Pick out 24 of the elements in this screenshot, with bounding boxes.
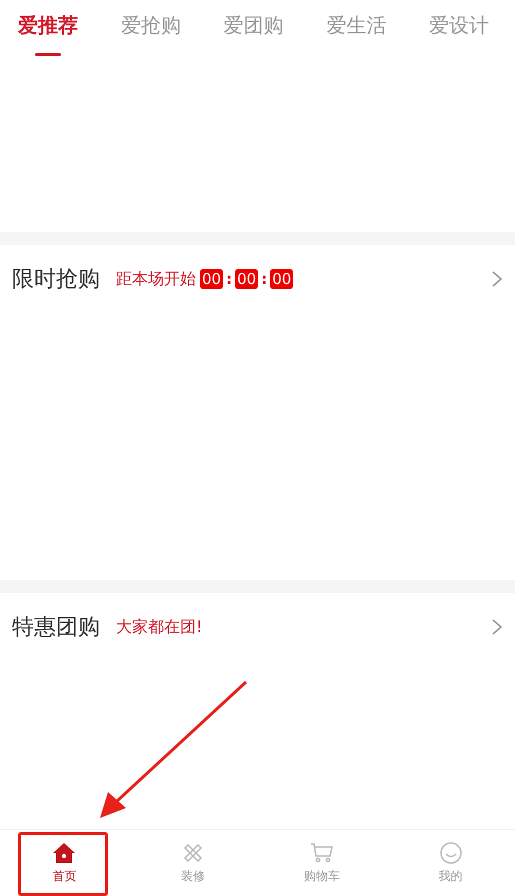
category-tab[interactable]: 爱团购 — [224, 12, 284, 62]
category-tab[interactable]: 爱设计 — [429, 12, 489, 62]
chevron-right-icon[interactable] — [491, 618, 503, 636]
nav-label[interactable]: 装修 — [181, 868, 206, 884]
category-tab[interactable]: 爱生活 — [326, 12, 386, 62]
countdown-digits: 00 — [200, 269, 224, 289]
countdown-digits: 00 — [235, 269, 258, 289]
pencil-ruler-icon[interactable] — [182, 842, 204, 864]
countdown-separator: : — [226, 270, 232, 288]
section-note: 大家都在团! — [116, 616, 202, 638]
category-tab[interactable]: 爱推荐 — [18, 12, 78, 62]
category-tab[interactable]: 爱抢购 — [120, 12, 181, 62]
cart-icon[interactable] — [310, 842, 334, 864]
section-title: 限时抢购 — [12, 266, 100, 294]
house-icon[interactable] — [52, 842, 76, 864]
nav-label[interactable]: 我的 — [438, 868, 463, 884]
user-icon[interactable] — [438, 842, 463, 864]
nav-label[interactable]: 首页 — [52, 868, 76, 884]
section-title: 特惠团购 — [12, 614, 100, 642]
chevron-right-icon[interactable] — [491, 270, 503, 288]
section-note: 距本场开始 — [116, 268, 196, 290]
countdown-separator: : — [261, 270, 268, 288]
countdown-digits: 00 — [270, 269, 294, 289]
nav-label[interactable]: 购物车 — [304, 868, 340, 884]
